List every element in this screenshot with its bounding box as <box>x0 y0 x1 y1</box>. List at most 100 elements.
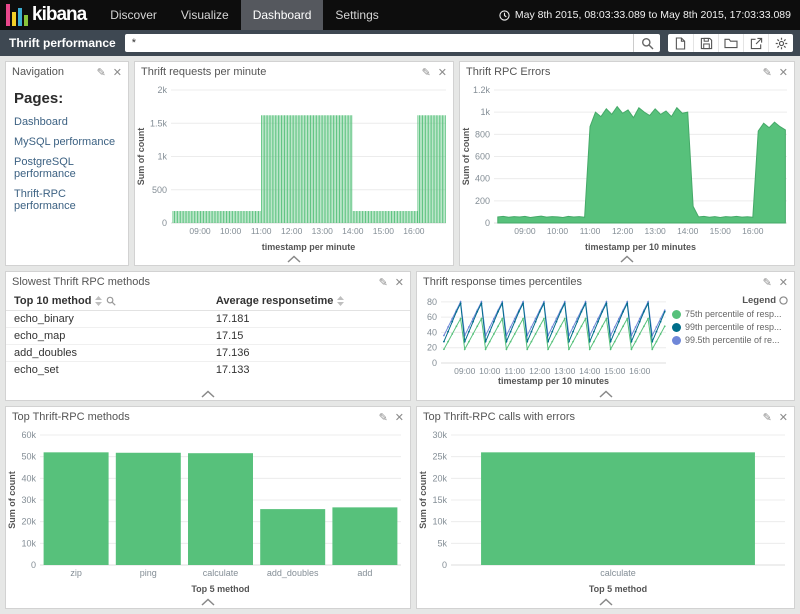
svg-text:60: 60 <box>427 312 437 322</box>
column-header-method[interactable]: Top 10 method <box>6 292 208 311</box>
svg-text:200: 200 <box>475 196 490 206</box>
svg-text:15:00: 15:00 <box>604 366 626 376</box>
svg-text:20: 20 <box>427 343 437 353</box>
edit-panel-icon[interactable]: ✎ <box>97 67 106 78</box>
main-nav-tabs: DiscoverVisualizeDashboardSettings <box>98 0 391 30</box>
nav-tab-visualize[interactable]: Visualize <box>169 0 241 30</box>
options-button[interactable] <box>768 34 793 52</box>
nav-link-thrift-rpc-performance[interactable]: Thrift-RPC performance <box>14 188 120 212</box>
sort-icon[interactable] <box>95 296 102 306</box>
svg-text:Sum of count: Sum of count <box>418 471 428 529</box>
panel-navigation-header[interactable]: Navigation ✎ ✕ <box>6 62 128 82</box>
edit-panel-icon[interactable]: ✎ <box>763 67 772 78</box>
svg-text:12:00: 12:00 <box>281 226 303 236</box>
svg-text:16:00: 16:00 <box>403 226 425 236</box>
requests-svg: 05001k1.5k2k09:0010:0011:0012:0013:0014:… <box>135 82 453 252</box>
column-header-responsetime[interactable]: Average responsetime <box>208 292 410 311</box>
svg-text:16:00: 16:00 <box>629 366 651 376</box>
thrift-rpc-errors-area-chart[interactable]: 02004006008001k1.2k09:0010:0011:0012:001… <box>460 82 794 252</box>
svg-text:10:00: 10:00 <box>220 226 242 236</box>
svg-text:400: 400 <box>475 174 490 184</box>
legend-entry[interactable]: 75th percentile of resp... <box>672 309 788 319</box>
edit-panel-icon[interactable]: ✎ <box>763 412 772 423</box>
top-errors-bar-chart[interactable]: 05k10k15k20k25k30kSum of countTop 5 meth… <box>417 427 794 595</box>
navigation-links: Dashboard MySQL performance PostgreSQL per… <box>14 116 120 220</box>
collapse-panel-button[interactable] <box>417 595 794 608</box>
svg-text:11:00: 11:00 <box>251 226 272 236</box>
table-cell: 17.133 <box>208 362 410 379</box>
panel-title: Thrift RPC Errors <box>466 66 756 78</box>
close-panel-icon[interactable]: ✕ <box>395 412 404 423</box>
nav-tab-settings[interactable]: Settings <box>323 0 390 30</box>
legend-label: 99th percentile of resp... <box>685 322 782 332</box>
collapse-panel-button[interactable] <box>417 387 794 400</box>
kibana-app: kibana DiscoverVisualizeDashboardSetting… <box>0 0 800 614</box>
save-dashboard-button[interactable] <box>693 34 718 52</box>
top-methods-bar-chart[interactable]: 010k20k30k40k50k60kSum of countTop 5 met… <box>6 427 410 595</box>
new-dashboard-button[interactable] <box>668 34 693 52</box>
close-panel-icon[interactable]: ✕ <box>113 67 122 78</box>
legend-color-dot <box>672 336 681 345</box>
svg-text:14:00: 14:00 <box>677 226 699 236</box>
panel-slowest-header[interactable]: Slowest Thrift RPC methods ✎ ✕ <box>6 272 410 292</box>
nav-link-mysql-performance[interactable]: MySQL performance <box>14 136 120 148</box>
svg-text:15:00: 15:00 <box>710 226 732 236</box>
svg-text:30k: 30k <box>21 495 36 505</box>
panel-title: Navigation <box>12 66 90 78</box>
panel-percentiles-header[interactable]: Thrift response times percentiles ✎ ✕ <box>417 272 794 292</box>
close-panel-icon[interactable]: ✕ <box>779 412 788 423</box>
svg-text:40: 40 <box>427 327 437 337</box>
sort-icon[interactable] <box>337 296 344 306</box>
svg-text:80: 80 <box>427 297 437 307</box>
percentiles-line-chart[interactable]: 02040608009:0010:0011:0012:0013:0014:001… <box>417 292 670 387</box>
time-range-picker[interactable]: May 8th 2015, 08:03:33.089 to May 8th 20… <box>499 0 800 30</box>
open-folder-icon <box>724 37 738 49</box>
close-panel-icon[interactable]: ✕ <box>438 67 447 78</box>
load-dashboard-button[interactable] <box>718 34 743 52</box>
nav-link-dashboard[interactable]: Dashboard <box>14 116 120 128</box>
panel-rpc-errors-header[interactable]: Thrift RPC Errors ✎ ✕ <box>460 62 794 82</box>
svg-text:25k: 25k <box>432 452 447 462</box>
legend-color-dot <box>672 323 681 332</box>
svg-text:Sum of count: Sum of count <box>136 128 146 186</box>
close-panel-icon[interactable]: ✕ <box>779 277 788 288</box>
close-panel-icon[interactable]: ✕ <box>779 67 788 78</box>
legend-label: 75th percentile of resp... <box>685 309 782 319</box>
nav-tab-dashboard[interactable]: Dashboard <box>241 0 324 30</box>
legend-toggle[interactable]: Legend <box>672 295 788 306</box>
edit-panel-icon[interactable]: ✎ <box>422 67 431 78</box>
panel-requests-header[interactable]: Thrift requests per minute ✎ ✕ <box>135 62 453 82</box>
time-range-label: May 8th 2015, 08:03:33.089 to May 8th 20… <box>515 9 791 21</box>
edit-panel-icon[interactable]: ✎ <box>379 277 388 288</box>
share-dashboard-button[interactable] <box>743 34 768 52</box>
svg-text:timestamp per minute: timestamp per minute <box>262 242 356 252</box>
nav-link-postgresql-performance[interactable]: PostgreSQL performance <box>14 156 120 180</box>
collapse-panel-button[interactable] <box>135 252 453 265</box>
thrift-requests-bar-chart[interactable]: 05001k1.5k2k09:0010:0011:0012:0013:0014:… <box>135 82 453 252</box>
search-button[interactable] <box>633 34 660 52</box>
query-input[interactable] <box>125 34 633 52</box>
svg-text:calculate: calculate <box>203 568 239 578</box>
svg-text:500: 500 <box>152 185 167 195</box>
nav-tab-discover[interactable]: Discover <box>98 0 169 30</box>
svg-text:11:00: 11:00 <box>504 366 525 376</box>
table-row: add_doubles17.136 <box>6 345 410 362</box>
panel-top-methods-header[interactable]: Top Thrift-RPC methods ✎ ✕ <box>6 407 410 427</box>
collapse-panel-button[interactable] <box>6 595 410 608</box>
filter-search-icon[interactable] <box>106 296 116 306</box>
collapse-panel-button[interactable] <box>460 252 794 265</box>
close-panel-icon[interactable]: ✕ <box>395 277 404 288</box>
edit-panel-icon[interactable]: ✎ <box>763 277 772 288</box>
svg-text:2k: 2k <box>157 85 167 95</box>
legend-entry[interactable]: 99.5th percentile of re... <box>672 335 788 345</box>
table-row: echo_binary17.181 <box>6 311 410 328</box>
svg-text:0: 0 <box>162 218 167 228</box>
legend-label: 99.5th percentile of re... <box>685 335 780 345</box>
kibana-logo[interactable]: kibana <box>0 0 98 30</box>
edit-panel-icon[interactable]: ✎ <box>379 412 388 423</box>
svg-text:Sum of count: Sum of count <box>7 471 17 529</box>
collapse-panel-button[interactable] <box>6 387 410 400</box>
panel-top-errors-header[interactable]: Top Thrift-RPC calls with errors ✎ ✕ <box>417 407 794 427</box>
svg-text:timestamp per 10 minutes: timestamp per 10 minutes <box>498 376 609 386</box>
legend-entry[interactable]: 99th percentile of resp... <box>672 322 788 332</box>
